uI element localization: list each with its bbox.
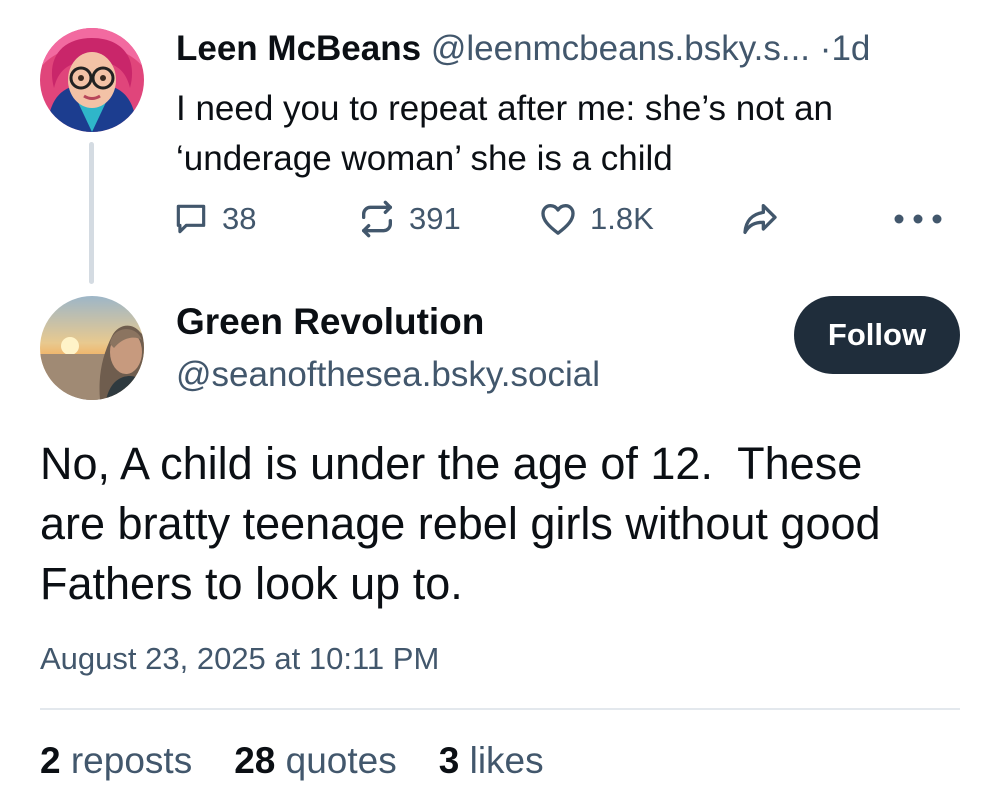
repost-icon [362, 200, 392, 238]
more-icon [894, 214, 942, 224]
parent-post-header: Leen McBeans @leenmcbeans.bsky.s... ·1d [176, 26, 966, 72]
parent-post-text-line: I need you to repeat after me: she’s not… [176, 89, 834, 128]
main-author-name[interactable]: Green Revolution [176, 298, 484, 346]
quotes-count: 28 [234, 740, 276, 781]
thread-connector-line [89, 142, 94, 284]
like-count: 1.8K [590, 201, 654, 236]
likes-count: 3 [438, 740, 460, 781]
more-options-button[interactable] [892, 196, 944, 242]
main-author-handle[interactable]: @seanofthesea.bsky.social [176, 352, 600, 398]
main-post-text-line: No, A child is under the age of 12. Thes… [40, 438, 863, 489]
reply-icon [176, 204, 206, 234]
quotes-stat[interactable]: 28 quotes [234, 740, 397, 782]
parent-author-handle[interactable]: @leenmcbeans.bsky.s... [431, 29, 810, 68]
main-post-text-line: Fathers to look up to. [40, 558, 463, 609]
parent-author-avatar[interactable] [40, 28, 144, 132]
reposts-stat[interactable]: 2 reposts [40, 740, 192, 782]
reposts-label: reposts [70, 740, 193, 781]
parent-post-text: I need you to repeat after me: she’s not… [176, 84, 966, 184]
share-button[interactable] [738, 196, 782, 242]
post-timestamp[interactable]: August 23, 2025 at 10:11 PM [40, 638, 439, 680]
main-author-avatar[interactable] [40, 296, 144, 400]
parent-author-name[interactable]: Leen McBeans [176, 29, 421, 68]
reply-button[interactable]: 38 [172, 196, 256, 242]
reposts-count: 2 [40, 740, 61, 781]
follow-button[interactable]: Follow [794, 296, 960, 374]
share-icon [743, 204, 777, 234]
likes-label: likes [469, 740, 544, 781]
heart-icon [541, 204, 575, 235]
quotes-label: quotes [285, 740, 397, 781]
main-post-text-line: are bratty teenage rebel girls without g… [40, 498, 881, 549]
post-stats: 2 reposts 28 quotes 3 likes [40, 738, 586, 784]
divider [40, 708, 960, 710]
time-separator: · [819, 29, 832, 68]
reply-count: 38 [222, 201, 257, 236]
parent-post-time[interactable]: 1d [831, 29, 870, 68]
likes-stat[interactable]: 3 likes [439, 740, 544, 782]
parent-post-text-line: ‘underage woman’ she is a child [176, 139, 673, 178]
main-post-text: No, A child is under the age of 12. Thes… [40, 434, 970, 614]
repost-button[interactable]: 391 [357, 196, 461, 242]
like-button[interactable]: 1.8K [538, 196, 654, 242]
repost-count: 391 [409, 201, 461, 236]
